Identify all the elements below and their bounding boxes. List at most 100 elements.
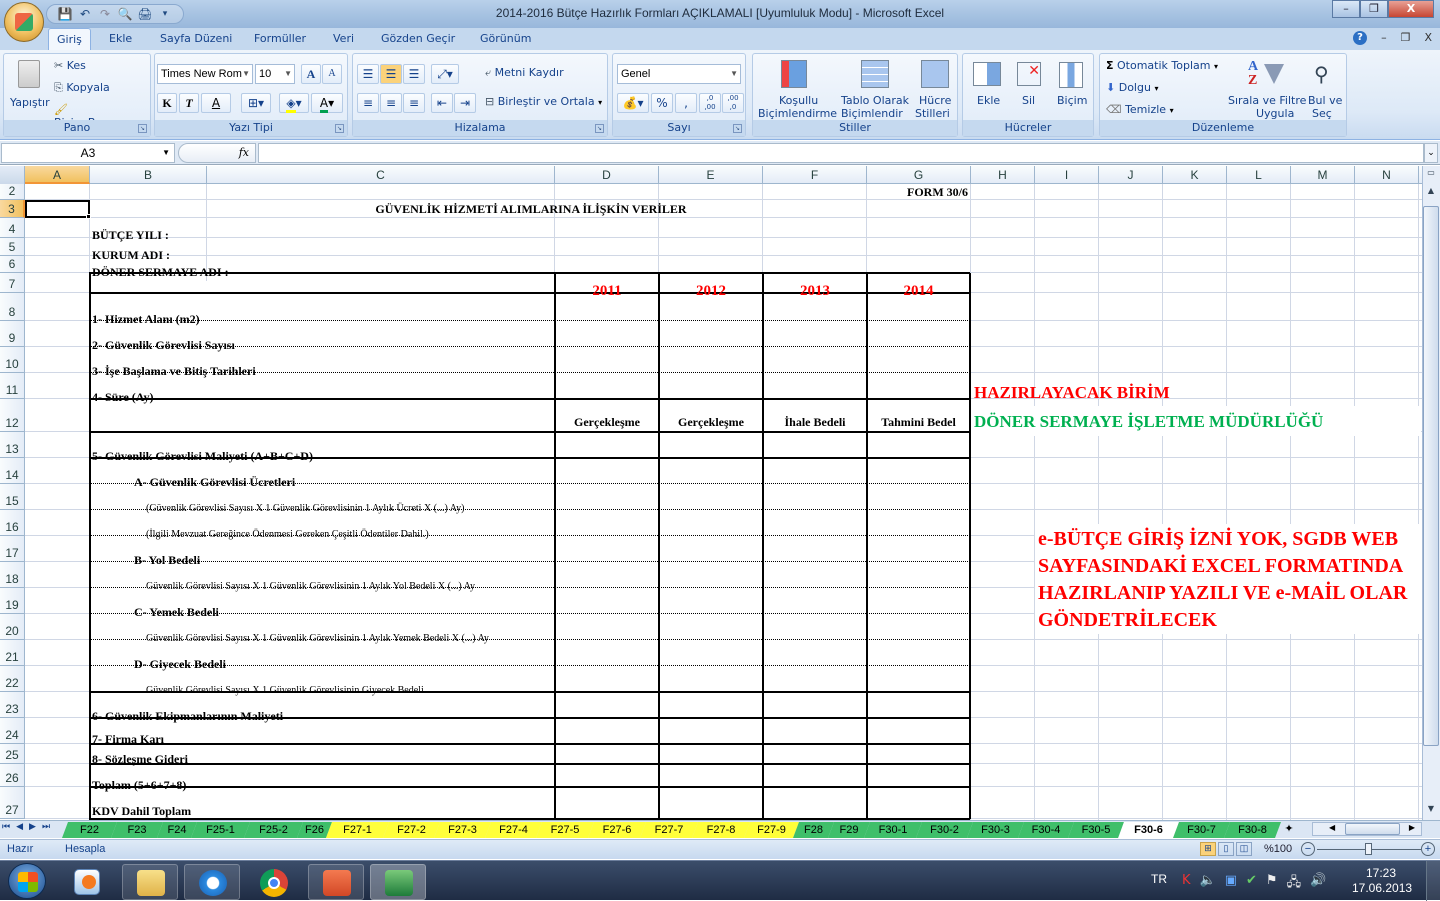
sheet-tab-f27-6[interactable]: F27-6 [588,822,646,838]
column-header-e[interactable]: E [659,166,763,184]
column-header-c[interactable]: C [207,166,555,184]
column-header-f[interactable]: F [763,166,867,184]
font-color-button[interactable]: A▾ [311,93,343,113]
align-left-button[interactable]: ≡ [357,93,379,113]
close-button[interactable]: X [1388,0,1434,18]
sheet-tab-f30-4[interactable]: F30-4 [1018,822,1074,838]
tab-formuller[interactable]: Formüller [246,28,314,50]
row-header-11[interactable]: 11 [0,373,25,399]
column-header-d[interactable]: D [555,166,659,184]
sheet-tab-f26[interactable]: F26 [297,822,332,838]
orientation-button[interactable]: ⤢▾ [431,64,459,84]
row-header-12[interactable]: 12 [0,399,25,432]
tab-gozden-gecir[interactable]: Gözden Geçir [373,28,463,50]
tab-ekle[interactable]: Ekle [101,28,140,50]
align-bottom-button[interactable]: ☰ [403,64,425,84]
conditional-formatting-button[interactable]: Koşullu Biçimlendirme [755,56,837,120]
column-header-i[interactable]: I [1035,166,1099,184]
first-sheet-icon[interactable]: ⏮ [2,822,10,832]
dialog-launcher-icon[interactable]: ↘ [595,124,604,133]
comma-button[interactable]: , [675,93,697,113]
row-header-26[interactable]: 26 [0,764,25,787]
network-icon[interactable]: 🖧 [1287,873,1302,895]
fill-handle[interactable] [86,214,91,219]
row-header-19[interactable]: 19 [0,588,25,614]
sheet-tab-f30-1[interactable]: F30-1 [864,822,922,838]
normal-view-icon[interactable]: ⊞ [1200,842,1216,856]
copy-button[interactable]: ⎘ Kopyala [54,81,110,95]
column-header-j[interactable]: J [1099,166,1163,184]
borders-button[interactable]: ⊞▾ [241,93,271,113]
scroll-right-icon[interactable]: ▶ [1409,823,1415,832]
sheet-tab-f23[interactable]: F23 [111,822,163,838]
dialog-launcher-icon[interactable]: ↘ [733,124,742,133]
wrap-text-button[interactable]: ⤶ Metni Kaydır [485,66,564,80]
antivirus-icon[interactable]: K [1182,873,1191,895]
muted-speaker-icon[interactable]: 🔈 [1200,873,1216,895]
font-name-select[interactable]: Times New Rom ▼ [157,64,253,84]
align-top-button[interactable]: ☰ [357,64,379,84]
autosum-button[interactable]: Σ Otomatik Toplam ▾ [1106,59,1218,72]
row-header-18[interactable]: 18 [0,562,25,588]
dialog-launcher-icon[interactable]: ↘ [335,124,344,133]
row-header-23[interactable]: 23 [0,692,25,718]
save-icon[interactable]: 💾 [57,6,73,22]
row-header-24[interactable]: 24 [0,718,25,744]
chrome-icon[interactable] [260,869,288,897]
undo-icon[interactable]: ↶ [77,6,93,22]
start-button[interactable] [8,863,46,899]
increase-decimal-button[interactable]: ,0 ,00 [699,93,721,113]
sheet-tab-f27-2[interactable]: F27-2 [383,822,440,838]
split-box[interactable]: ▭ [1425,168,1437,178]
row-header-13[interactable]: 13 [0,432,25,458]
zoom-out-icon[interactable]: − [1301,842,1315,856]
percent-button[interactable]: % [651,93,673,113]
sheet-tab-f25-2[interactable]: F25-2 [244,822,303,838]
last-sheet-icon[interactable]: ⏭ [42,822,50,832]
action-center-flag-icon[interactable]: ⚑ [1266,873,1278,895]
grow-font-button[interactable]: A [301,64,321,84]
dialog-launcher-icon[interactable]: ↘ [138,124,147,133]
zoom-in-icon[interactable]: + [1421,842,1435,856]
row-header-27[interactable]: 27 [0,787,25,819]
cell-styles-button[interactable]: Hücre Stilleri [913,56,957,120]
align-center-button[interactable]: ≡ [380,93,402,113]
row-header-7[interactable]: 7 [0,273,25,293]
sheet-tab-f30-7[interactable]: F30-7 [1173,822,1230,838]
increase-indent-button[interactable]: ⇥ [454,93,476,113]
workbook-restore-button[interactable]: ❐ [1401,31,1411,45]
select-all-button[interactable] [0,166,25,184]
sheet-tab-f25-1[interactable]: F25-1 [191,822,250,838]
vertical-scroll-thumb[interactable] [1423,206,1439,746]
column-header-m[interactable]: M [1291,166,1355,184]
quick-print-icon[interactable]: 🖨 [137,6,153,22]
insert-sheet-icon[interactable]: ✦ [1278,822,1300,838]
clock[interactable]: 17:23 17.06.2013 [1352,866,1412,896]
show-desktop-button[interactable] [1426,861,1440,901]
active-cell-a3[interactable] [25,200,90,218]
taskbar-internet-explorer[interactable] [184,864,240,900]
restore-button[interactable]: ❐ [1360,0,1388,18]
tab-gorunum[interactable]: Görünüm [472,28,539,50]
sheet-tab-f27-8[interactable]: F27-8 [692,822,750,838]
taskbar-excel[interactable] [370,864,426,900]
clear-button[interactable]: ⌫ Temizle ▾ [1106,103,1174,116]
row-header-5[interactable]: 5 [0,238,25,256]
volume-icon[interactable]: 🔊 [1310,873,1326,895]
sheet-tab-f30-5[interactable]: F30-5 [1068,822,1124,838]
row-header-4[interactable]: 4 [0,218,25,238]
row-header-17[interactable]: 17 [0,536,25,562]
sheet-tab-f27-7[interactable]: F27-7 [640,822,698,838]
sheet-tab-f22[interactable]: F22 [62,822,117,838]
sheet-tab-f28[interactable]: F28 [793,822,834,838]
sheet-tab-f29[interactable]: F29 [828,822,870,838]
display-icon[interactable]: ▣ [1225,873,1237,895]
format-as-table-button[interactable]: Tablo Olarak Biçimlendir [839,56,909,120]
sheet-tab-f24[interactable]: F24 [157,822,197,838]
column-header-l[interactable]: L [1227,166,1291,184]
sheet-tab-f27-9[interactable]: F27-9 [744,822,799,838]
insert-function-button[interactable]: fx [178,143,256,163]
sheet-tab-f27-4[interactable]: F27-4 [485,822,542,838]
underline-button[interactable]: A [201,93,231,113]
insert-cells-button[interactable]: Ekle [967,56,1007,120]
